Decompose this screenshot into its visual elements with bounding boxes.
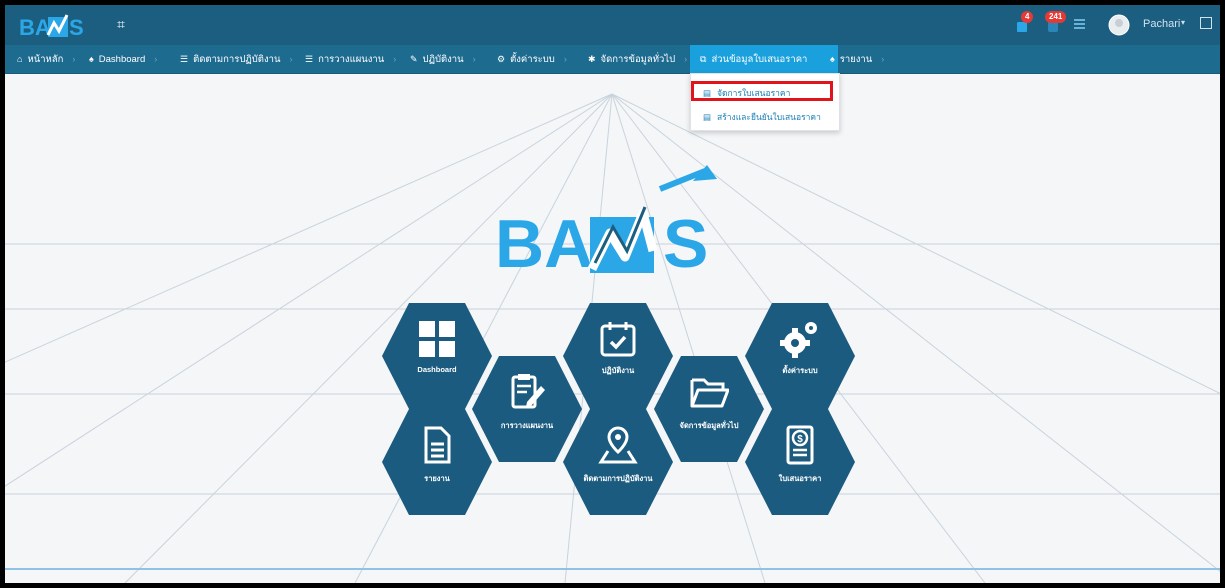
- file-text-icon: [382, 425, 492, 470]
- tile-ใบเสนอราคา[interactable]: $ ใบเสนอราคา: [745, 407, 855, 517]
- nav-item-general-data[interactable]: ✱ จัดการข้อมูลทั่วไป ›: [588, 45, 687, 73]
- tile-ติดตามการปฏิบัติงาน[interactable]: ติดตามการปฏิบัติงาน: [563, 407, 673, 517]
- notification-badge: 241: [1045, 11, 1067, 23]
- nav-item-quotation[interactable]: ⧉ ส่วนข้อมูลใบเสนอราคา: [690, 45, 838, 73]
- tile-ตั้งค่าระบบ[interactable]: ตั้งค่าระบบ: [745, 301, 855, 411]
- nav-item-planning[interactable]: ☰ การวางแผนงาน ›: [305, 45, 396, 73]
- list-icon: ☰: [305, 54, 314, 64]
- nav-item-report[interactable]: ♠ รายงาน ›: [830, 45, 884, 73]
- tile-label: ตั้งค่าระบบ: [782, 366, 818, 375]
- gears-icon: ⚙: [497, 54, 506, 64]
- gear-icon: ✱: [588, 54, 596, 64]
- copy-icon: ⧉: [700, 54, 707, 64]
- svg-text:S: S: [69, 15, 84, 40]
- tile-label: รายงาน: [424, 474, 450, 483]
- user-name[interactable]: Pachari: [1143, 18, 1180, 30]
- gears-icon: [745, 319, 855, 364]
- nav-item-settings[interactable]: ⚙ ตั้งค่าระบบ ›: [497, 45, 567, 73]
- menu-item-create-quotation[interactable]: ▤ สร้างและยืนยันใบเสนอราคา: [691, 106, 839, 128]
- tile-label: ติดตามการปฏิบัติงาน: [583, 474, 653, 483]
- home-icon: ⌂: [17, 54, 23, 64]
- nav-item-operation[interactable]: ✎ ปฏิบัติงาน ›: [410, 45, 476, 73]
- svg-text:S: S: [663, 206, 708, 275]
- cart-icon[interactable]: 4: [1015, 11, 1034, 33]
- fire-icon: ♠: [830, 54, 835, 64]
- invoice-dollar-icon: $: [745, 425, 855, 470]
- fire-icon: ♠: [89, 54, 94, 64]
- main-nav: ⌂ หน้าหลัก › ♠ Dashboard › ☰ ติดตามการปฏิบัติ…: [5, 45, 1220, 74]
- highlight-box: [691, 81, 833, 101]
- chevron-down-icon[interactable]: ▾: [1181, 18, 1185, 27]
- map-pin-icon: [563, 425, 673, 470]
- bams-logo-large: BA S: [495, 165, 717, 275]
- app-window: BA S ⌗ 4 241 Pachari ▾ ⌂ หน้าหลัก › ♠ Dashb: [5, 5, 1220, 583]
- cart-badge: 4: [1021, 11, 1034, 23]
- nav-item-dashboard[interactable]: ♠ Dashboard ›: [89, 45, 157, 73]
- grid-icon[interactable]: ⌗: [112, 15, 130, 33]
- doc-icon: ▤: [703, 112, 712, 122]
- nav-item-home[interactable]: ⌂ หน้าหลัก ›: [17, 45, 75, 73]
- notification-icon[interactable]: 241: [1045, 11, 1067, 33]
- edit-icon: ✎: [410, 54, 418, 64]
- avatar[interactable]: [1108, 14, 1130, 36]
- svg-text:BA: BA: [19, 15, 51, 40]
- list-icon: ☰: [180, 54, 189, 64]
- tile-รายงาน[interactable]: รายงาน: [382, 407, 492, 517]
- top-bar: BA S ⌗ 4 241 Pachari ▾: [5, 5, 1220, 45]
- svg-text:BA: BA: [495, 206, 593, 275]
- nav-item-tracking[interactable]: ☰ ติดตามการปฏิบัติงาน ›: [180, 45, 292, 73]
- fullscreen-icon[interactable]: [1200, 17, 1212, 29]
- svg-text:$: $: [797, 434, 803, 445]
- bams-logo-small[interactable]: BA S: [19, 11, 99, 41]
- tile-label: ใบเสนอราคา: [778, 474, 822, 483]
- menu-icon[interactable]: [1073, 17, 1087, 31]
